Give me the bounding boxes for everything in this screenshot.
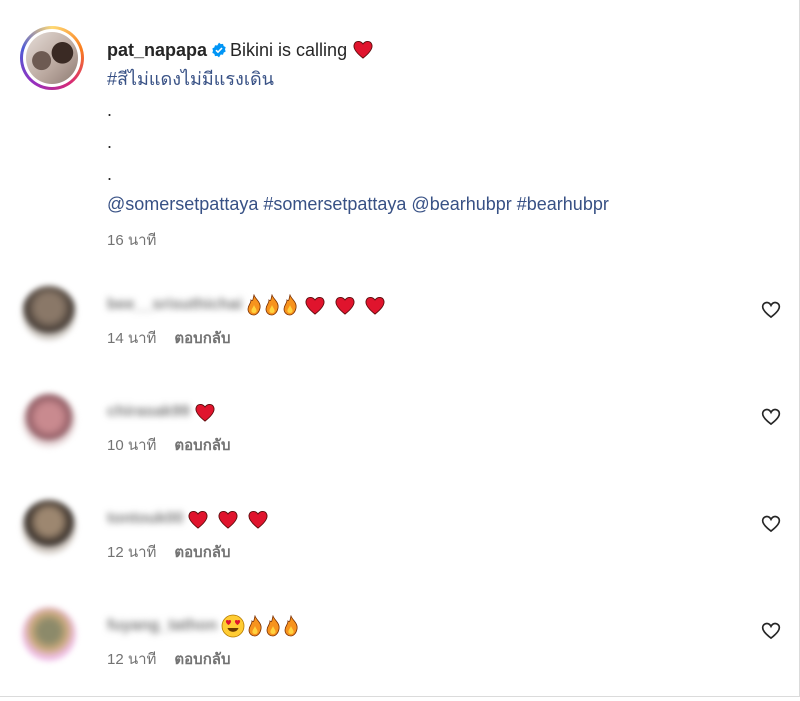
heart-eyes-emoji <box>221 614 245 638</box>
author-avatar-image <box>26 32 78 84</box>
reply-button[interactable]: ตอบกลับ <box>174 544 230 561</box>
caption-text: pat_napapa Bikini is calling #สีไม่แดงไม่… <box>107 36 767 219</box>
red-heart-emoji <box>218 510 238 529</box>
comment-item: fuyang_tathon 12 นาที ตอบกลับ <box>20 607 781 687</box>
author-username[interactable]: pat_napapa <box>107 40 207 60</box>
fire-emoji <box>283 294 297 316</box>
heart-outline-icon[interactable] <box>761 514 781 534</box>
commenter-username[interactable]: bee__srisuthichai <box>107 296 242 314</box>
comment-timestamp[interactable]: 12 นาที <box>107 651 156 668</box>
commenter-username[interactable]: chirasak99 <box>107 403 190 421</box>
fire-emoji <box>266 615 280 637</box>
fire-emoji <box>247 294 261 316</box>
red-heart-emoji <box>188 510 208 529</box>
comment-item: tontouk00 12 นาที ตอบกลับ <box>20 500 781 580</box>
comment-meta: 12 นาที ตอบกลับ <box>107 540 231 564</box>
fire-emoji <box>265 294 279 316</box>
comment-meta: 14 นาที ตอบกลับ <box>107 326 231 350</box>
comment-text: chirasak99 <box>107 397 216 427</box>
comment-item: bee__srisuthichai 14 นาที ตอบกลับ <box>20 286 781 366</box>
commenter-username[interactable]: tontouk00 <box>107 510 183 528</box>
reply-button[interactable]: ตอบกลับ <box>174 330 230 347</box>
heart-outline-icon[interactable] <box>761 407 781 427</box>
red-heart-emoji <box>305 296 325 315</box>
red-heart-emoji <box>335 296 355 315</box>
comment-timestamp[interactable]: 12 นาที <box>107 544 156 561</box>
comment-meta: 10 นาที ตอบกลับ <box>107 433 231 457</box>
commenter-avatar[interactable] <box>22 286 76 340</box>
caption-dot: . <box>107 132 113 152</box>
comment-meta: 12 นาที ตอบกลับ <box>107 647 231 671</box>
commenter-username[interactable]: fuyang_tathon <box>107 617 217 635</box>
commenter-avatar[interactable] <box>22 393 76 447</box>
commenter-avatar[interactable] <box>22 607 76 661</box>
comment-text: fuyang_tathon <box>107 611 301 641</box>
commenter-avatar[interactable] <box>22 500 76 554</box>
red-heart-emoji <box>353 40 373 59</box>
fire-emoji <box>284 615 298 637</box>
caption-dot: . <box>107 164 113 184</box>
author-avatar[interactable] <box>20 26 84 90</box>
red-heart-emoji <box>248 510 268 529</box>
heart-outline-icon[interactable] <box>761 621 781 641</box>
hashtag-link[interactable]: #สีไม่แดงไม่มีแรงเดิน <box>107 69 274 89</box>
reply-button[interactable]: ตอบกลับ <box>174 651 230 668</box>
heart-outline-icon[interactable] <box>761 300 781 320</box>
mentions-links[interactable]: @somersetpattaya #somersetpattaya @bearh… <box>107 194 609 214</box>
post-timestamp[interactable]: 16 นาที <box>107 228 156 252</box>
comment-text: bee__srisuthichai <box>107 290 386 320</box>
caption-main-text: Bikini is calling <box>230 40 348 60</box>
comment-text: tontouk00 <box>107 504 269 534</box>
caption-dot: . <box>107 100 113 120</box>
verified-badge-icon <box>212 42 226 58</box>
comment-timestamp[interactable]: 14 นาที <box>107 330 156 347</box>
red-heart-emoji <box>195 403 215 422</box>
fire-emoji <box>248 615 262 637</box>
comment-timestamp[interactable]: 10 นาที <box>107 437 156 454</box>
red-heart-emoji <box>365 296 385 315</box>
reply-button[interactable]: ตอบกลับ <box>174 437 230 454</box>
comment-item: chirasak99 10 นาที ตอบกลับ <box>20 393 781 473</box>
